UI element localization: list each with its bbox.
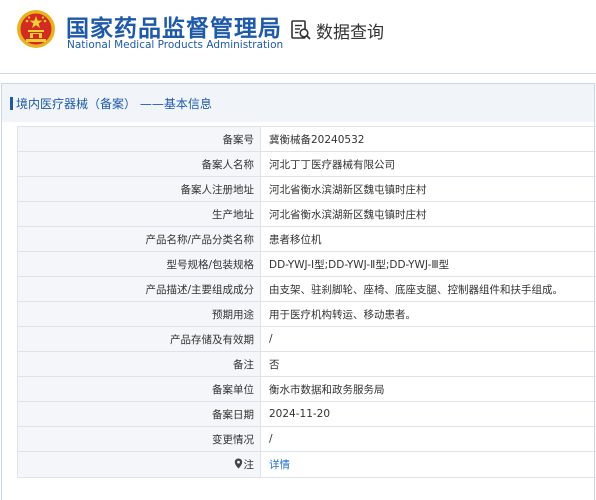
row-value-text: 用于医疗机构转运、移动患者。 xyxy=(269,308,416,321)
row-label: 产品名称/产品分类名称 xyxy=(17,226,261,252)
header-divider xyxy=(0,73,596,74)
location-pin-icon xyxy=(234,458,242,469)
table-row: 预期用途 用于医疗机构转运、移动患者。 xyxy=(17,301,596,327)
row-value: 河北省衡水滨湖新区魏屯镇时庄村 xyxy=(260,176,596,202)
row-value: / xyxy=(260,326,596,352)
row-label-text: 备案单位 xyxy=(212,383,254,396)
site-header: 国家药品监督管理局 National Medical Products Admi… xyxy=(0,0,596,72)
row-value-text: 否 xyxy=(269,358,280,371)
row-label-text: 注 xyxy=(243,459,255,471)
detail-panel: 境内医疗器械（备案） ——基本信息 备案号 冀衡械备20240532 备案人名称 河北… xyxy=(1,83,596,500)
table-row: 备案号 冀衡械备20240532 xyxy=(17,126,596,152)
row-value: 冀衡械备20240532 xyxy=(260,126,596,152)
row-value: 衡水市数据和政务服务局 xyxy=(260,376,596,402)
detail-link[interactable]: 详情 xyxy=(269,459,290,471)
table-row: 产品描述/主要组成成分 由支架、驻刹脚轮、座椅、底座支腿、控制器组件和扶手组成。 xyxy=(17,276,596,302)
row-value-text: 河北丁丁医疗器械有限公司 xyxy=(269,158,395,171)
row-value: 患者移位机 xyxy=(260,226,596,252)
row-value-text: 衡水市数据和政务服务局 xyxy=(269,383,385,396)
national-emblem-icon xyxy=(17,10,55,48)
row-label-text: 备案人名称 xyxy=(201,158,255,171)
row-label: 备案人注册地址 xyxy=(17,176,261,202)
row-value: 由支架、驻刹脚轮、座椅、底座支腿、控制器组件和扶手组成。 xyxy=(260,276,596,302)
table-row: 备案日期 2024-11-20 xyxy=(17,401,596,427)
panel-header: 境内医疗器械（备案） ——基本信息 xyxy=(2,84,594,122)
row-value: 否 xyxy=(260,351,596,377)
detail-table: 备案号 冀衡械备20240532 备案人名称 河北丁丁医疗器械有限公司 备案人注册地址河… xyxy=(17,126,596,478)
row-value-text: / xyxy=(269,433,273,445)
row-label: 备案号 xyxy=(17,126,261,152)
table-row: 备案人名称 河北丁丁医疗器械有限公司 xyxy=(17,151,596,177)
row-label: 备案单位 xyxy=(17,376,261,402)
row-value-text: 患者移位机 xyxy=(269,233,322,246)
row-label-text: 备案号 xyxy=(222,133,255,146)
row-value-text: 河北省衡水滨湖新区魏屯镇时庄村 xyxy=(269,183,427,196)
row-label: 生产地址 xyxy=(17,201,261,227)
site-title: 国家药品监督管理局 xyxy=(66,16,282,42)
row-label: 备案人名称 xyxy=(17,151,261,177)
table-row: 备案单位 衡水市数据和政务服务局 xyxy=(17,376,596,402)
row-label: 变更情况 xyxy=(17,426,261,452)
row-label: 预期用途 xyxy=(17,301,261,327)
row-label: 备注 xyxy=(17,351,261,377)
row-label-text: 产品存储及有效期 xyxy=(170,333,254,346)
row-label-text: 备注 xyxy=(233,358,254,371)
table-row: 备注 否 xyxy=(17,351,596,377)
data-query-label: 数据查询 xyxy=(316,22,384,43)
panel-title: 境内医疗器械（备案） ——基本信息 xyxy=(16,97,212,111)
row-label: 产品描述/主要组成成分 xyxy=(17,276,261,302)
table-row: 型号规格/包装规格 DD-YWJ-Ⅰ型;DD-YWJ-Ⅱ型;DD-YWJ-Ⅲ型 xyxy=(17,251,596,277)
row-label: 产品存储及有效期 xyxy=(17,326,261,352)
row-value: 详情 xyxy=(260,451,596,478)
table-row: 产品名称/产品分类名称 患者移位机 xyxy=(17,226,596,252)
row-label-text: 备案人注册地址 xyxy=(180,183,255,196)
row-label-text: 变更情况 xyxy=(212,433,254,446)
row-label: 备案日期 xyxy=(17,401,261,427)
row-value-text: 河北省衡水滨湖新区魏屯镇时庄村 xyxy=(269,208,427,221)
row-value-text: 2024-11-20 xyxy=(269,408,331,420)
row-label-text: 生产地址 xyxy=(212,208,254,221)
document-search-icon xyxy=(291,20,311,40)
table-row: 产品存储及有效期 / xyxy=(17,326,596,352)
table-row: 备案人注册地址 河北省衡水滨湖新区魏屯镇时庄村 xyxy=(17,176,596,202)
row-label: 型号规格/包装规格 xyxy=(17,251,261,277)
row-label-text: 型号规格/包装规格 xyxy=(166,258,254,271)
row-label: 注 xyxy=(17,451,261,478)
site-subtitle: National Medical Products Administration xyxy=(67,39,284,51)
row-label-text: 备案日期 xyxy=(212,408,254,421)
row-value: DD-YWJ-Ⅰ型;DD-YWJ-Ⅱ型;DD-YWJ-Ⅲ型 xyxy=(260,251,596,277)
table-row: 变更情况 / xyxy=(17,426,596,452)
row-label-text: 产品名称/产品分类名称 xyxy=(145,233,254,246)
table-row: 注 详情 xyxy=(17,451,596,478)
row-value: 河北省衡水滨湖新区魏屯镇时庄村 xyxy=(260,201,596,227)
row-value-text: / xyxy=(269,333,273,345)
row-value: / xyxy=(260,426,596,452)
row-value-text: 由支架、驻刹脚轮、座椅、底座支腿、控制器组件和扶手组成。 xyxy=(269,283,563,296)
row-label-text: 产品描述/主要组成成分 xyxy=(145,283,254,296)
row-value: 2024-11-20 xyxy=(260,401,596,427)
row-value-text: DD-YWJ-Ⅰ型;DD-YWJ-Ⅱ型;DD-YWJ-Ⅲ型 xyxy=(269,258,450,271)
row-value: 河北丁丁医疗器械有限公司 xyxy=(260,151,596,177)
table-row: 生产地址 河北省衡水滨湖新区魏屯镇时庄村 xyxy=(17,201,596,227)
row-value-text: 冀衡械备20240532 xyxy=(269,133,365,146)
row-value: 用于医疗机构转运、移动患者。 xyxy=(260,301,596,327)
panel-title-accent xyxy=(10,97,13,110)
data-query-link[interactable]: 数据查询 xyxy=(290,18,384,43)
row-label-text: 预期用途 xyxy=(212,308,254,321)
